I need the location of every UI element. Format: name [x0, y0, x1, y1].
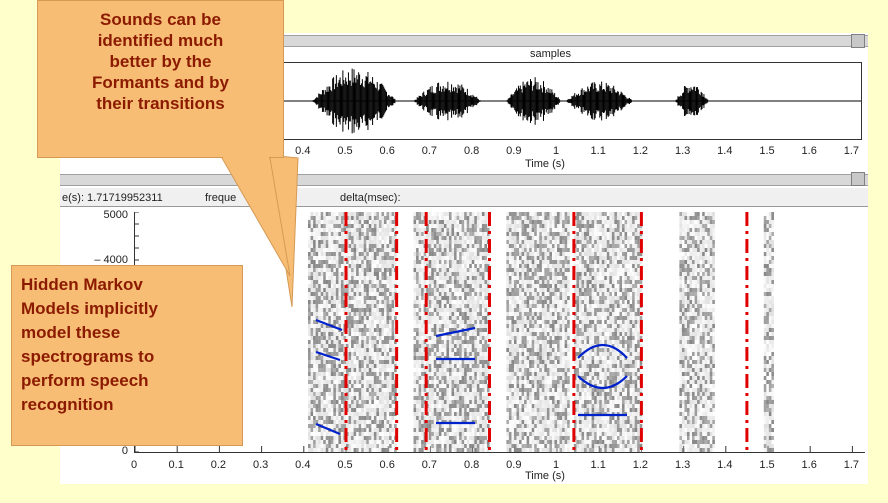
waveform-x-tick: 1.5	[759, 145, 775, 157]
spectrogram-scroll-button[interactable]	[851, 172, 865, 186]
waveform-x-tick: 0.8	[463, 145, 480, 157]
waveform-x-tick: 0.7	[421, 145, 438, 157]
status-time: e(s): 1.71719952311	[62, 192, 163, 204]
callout-hmm: Hidden Markov Models implicitly model th…	[11, 265, 243, 446]
waveform-x-tick: 1	[552, 145, 560, 157]
callout-hmm-line: Hidden Markov	[21, 275, 143, 294]
waveform-x-tick: 1.6	[801, 145, 817, 157]
spectrogram-x-tick: 0.3	[252, 459, 269, 471]
spectrogram-x-tick: 1.5	[759, 459, 775, 471]
waveform-x-tick: 0.5	[337, 145, 353, 157]
callout-formants-line: their transitions	[96, 94, 225, 113]
callout-formants-line: better by the	[109, 52, 212, 71]
waveform-x-tick: 1.3	[674, 145, 691, 157]
spectrogram-x-tick: 0.9	[506, 459, 522, 471]
callout-formants-line: identified much	[97, 31, 224, 50]
callout-hmm-line: Models implicitly	[21, 299, 158, 318]
y-tick-0: 0	[121, 445, 128, 457]
spectrogram-x-tick: 1.2	[632, 459, 649, 471]
spectrogram-x-tick: 1.1	[590, 459, 606, 471]
waveform-scroll-button[interactable]	[851, 34, 865, 48]
spectrogram-x-tick: 0.6	[379, 459, 395, 471]
status-delta: delta(msec):	[340, 192, 401, 204]
callout-formants-line: Sounds can be	[100, 10, 221, 29]
waveform-x-tick: 1.2	[632, 145, 649, 157]
callout-formants: Sounds can be identified much better by …	[37, 0, 284, 158]
spectrogram-x-tick: 0.1	[168, 459, 184, 471]
spectrogram-x-tick: 1.3	[674, 459, 691, 471]
spectrogram-xlabel: Time (s)	[525, 470, 565, 482]
spectrogram-x-tick: 0.2	[210, 459, 227, 471]
waveform-xlabel: Time (s)	[525, 158, 565, 170]
callout-hmm-line: recognition	[21, 395, 114, 414]
spectrogram-x-tick: 0.4	[295, 459, 311, 471]
y-tick-5000: 5000	[103, 209, 128, 221]
callout-hmm-line: spectrograms to	[21, 347, 155, 366]
waveform-x-tick: 0.9	[506, 145, 522, 157]
spectrogram-x-tick: 1.7	[843, 459, 860, 471]
waveform-title: samples	[530, 48, 571, 60]
spectrogram-x-tick: 0.7	[421, 459, 438, 471]
callout-hmm-line: model these	[21, 323, 121, 342]
waveform-x-tick: 1.4	[717, 145, 733, 157]
callout-formants-line: Formants and by	[92, 73, 229, 92]
spectrogram-x-tick: 0	[130, 459, 138, 471]
spectrogram-x-tick: 0.8	[463, 459, 480, 471]
waveform-x-tick: 0.6	[379, 145, 395, 157]
spectrogram-x-tick: 0.5	[337, 459, 353, 471]
spectrogram-x-tick: 1.4	[717, 459, 733, 471]
waveform-x-tick: 1.1	[590, 145, 606, 157]
callout-hmm-line: perform speech	[21, 371, 149, 390]
spectrogram-x-tick: 1.6	[801, 459, 817, 471]
waveform-x-tick: 1.7	[843, 145, 860, 157]
